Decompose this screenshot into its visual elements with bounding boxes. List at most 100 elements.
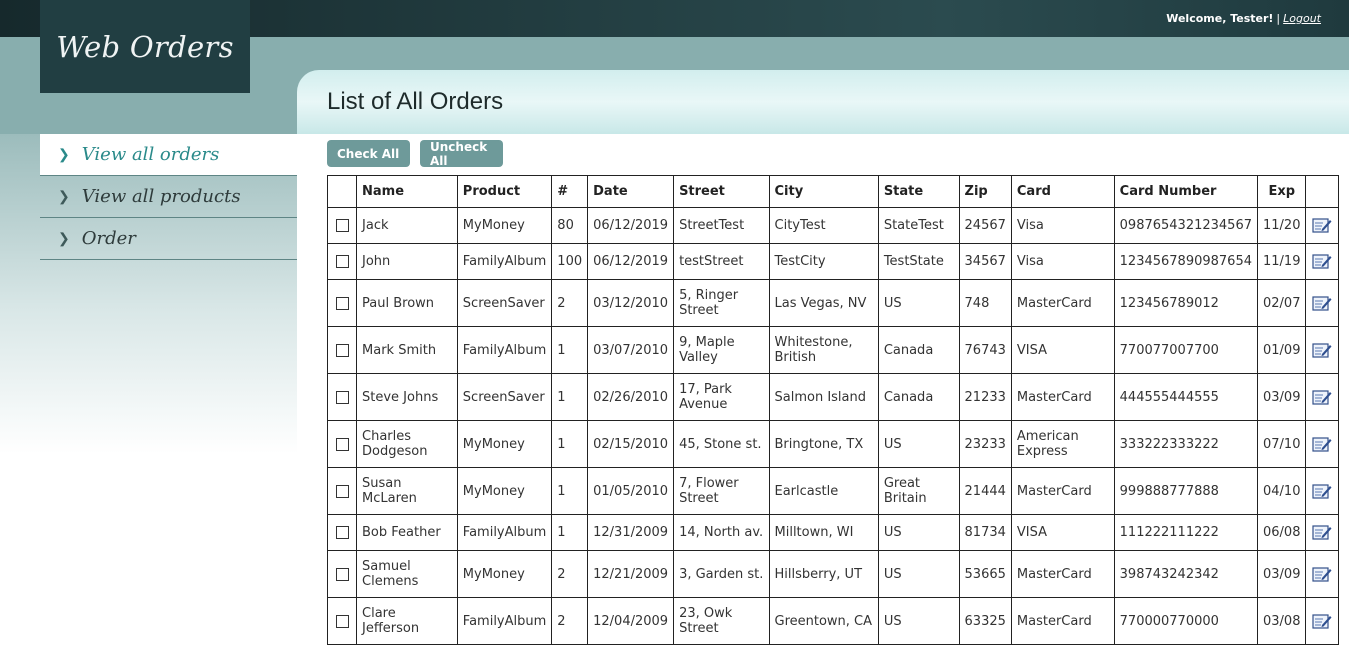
- table-cell: Bringtone, TX: [768, 420, 879, 468]
- edit-icon[interactable]: [1312, 342, 1332, 359]
- row-edit-cell: [1305, 467, 1339, 515]
- table-cell: 1: [551, 373, 589, 421]
- row-checkbox[interactable]: [335, 390, 349, 404]
- table-cell: 748: [958, 279, 1012, 327]
- edit-icon[interactable]: [1312, 483, 1332, 500]
- column-header: Card Number: [1113, 175, 1259, 208]
- table-cell: US: [877, 420, 960, 468]
- row-checkbox[interactable]: [335, 437, 349, 451]
- table-cell: 1: [551, 514, 589, 551]
- table-cell: 5, Ringer Street: [673, 279, 770, 327]
- table-cell: 2: [551, 279, 589, 327]
- row-checkbox[interactable]: [335, 296, 349, 310]
- edit-icon[interactable]: [1312, 217, 1332, 234]
- table-cell: testStreet: [673, 243, 770, 280]
- table-cell: 11/20: [1256, 207, 1307, 244]
- table-cell: 1: [551, 420, 589, 468]
- table-cell: 02/26/2010: [587, 373, 675, 421]
- row-checkbox[interactable]: [335, 484, 349, 498]
- welcome-text: Welcome, Tester!: [1166, 12, 1274, 25]
- edit-icon[interactable]: [1312, 436, 1332, 453]
- row-checkbox[interactable]: [335, 343, 349, 357]
- sidebar-item-order[interactable]: ❯ Order: [40, 218, 297, 260]
- table-cell: 398743242342: [1113, 550, 1259, 598]
- table-cell: US: [877, 550, 960, 598]
- table-cell: Whitestone, British: [768, 326, 879, 374]
- table-row: Paul Brown ScreenSaver 2 03/12/2010 5, Ringe…: [326, 279, 1339, 327]
- table-cell: American Express: [1010, 420, 1115, 468]
- column-header: Exp: [1256, 175, 1307, 208]
- table-cell: Milltown, WI: [768, 514, 879, 551]
- logout-link[interactable]: Logout: [1283, 12, 1321, 25]
- table-cell: 7, Flower Street: [673, 467, 770, 515]
- table-cell: Samuel Clemens: [356, 550, 458, 598]
- column-header: Card: [1010, 175, 1115, 208]
- edit-icon[interactable]: [1312, 566, 1332, 583]
- uncheck-all-button[interactable]: Uncheck All: [420, 140, 503, 168]
- table-cell: Charles Dodgeson: [356, 420, 458, 468]
- table-cell: MyMoney: [456, 550, 553, 598]
- table-cell: StateTest: [877, 207, 960, 244]
- edit-icon[interactable]: [1312, 524, 1332, 541]
- table-cell: VISA: [1010, 514, 1115, 551]
- table-cell: Visa: [1010, 243, 1115, 280]
- table-cell: 444555444555: [1113, 373, 1259, 421]
- edit-icon[interactable]: [1312, 295, 1332, 312]
- row-checkbox[interactable]: [335, 219, 349, 232]
- table-cell: 1: [551, 467, 589, 515]
- edit-icon[interactable]: [1312, 253, 1332, 270]
- table-cell: 770000770000: [1113, 597, 1259, 645]
- column-header: State: [877, 175, 960, 208]
- table-cell: 07/10: [1256, 420, 1307, 468]
- welcome-area: Welcome, Tester! | Logout: [1166, 12, 1321, 25]
- row-checkbox[interactable]: [335, 255, 349, 268]
- row-select-cell: [326, 207, 358, 244]
- table-cell: 21444: [958, 467, 1012, 515]
- table-cell: 12/31/2009: [587, 514, 675, 551]
- table-cell: Canada: [877, 373, 960, 421]
- table-cell: FamilyAlbum: [456, 597, 553, 645]
- table-cell: Las Vegas, NV: [768, 279, 879, 327]
- row-checkbox[interactable]: [335, 567, 349, 581]
- table-cell: Hillsberry, UT: [768, 550, 879, 598]
- row-checkbox[interactable]: [335, 526, 349, 539]
- page-title: List of All Orders: [327, 88, 504, 115]
- table-cell: 333222333222: [1113, 420, 1259, 468]
- row-select-cell: [326, 420, 358, 468]
- row-select-cell: [326, 243, 358, 280]
- table-cell: 999888777888: [1113, 467, 1259, 515]
- row-select-cell: [326, 279, 358, 327]
- sidebar-item-view-all-products[interactable]: ❯ View all products: [40, 176, 297, 218]
- chevron-right-icon: ❯: [58, 146, 70, 163]
- table-cell: 1: [551, 326, 589, 374]
- check-all-button[interactable]: Check All: [327, 140, 410, 167]
- table-cell: 111222111222: [1113, 514, 1259, 551]
- sidebar-item-view-all-orders[interactable]: ❯ View all orders: [40, 134, 297, 176]
- row-edit-cell: [1305, 326, 1339, 374]
- table-row: Bob Feather FamilyAlbum 1 12/31/2009 14, Nor…: [326, 514, 1339, 551]
- table-cell: 100: [551, 243, 589, 280]
- table-cell: 23, Owk Street: [673, 597, 770, 645]
- table-cell: MasterCard: [1010, 373, 1115, 421]
- table-cell: 14, North av.: [673, 514, 770, 551]
- edit-icon[interactable]: [1312, 613, 1332, 630]
- edit-icon[interactable]: [1312, 389, 1332, 406]
- column-header: Name: [356, 175, 458, 208]
- table-cell: MasterCard: [1010, 279, 1115, 327]
- table-cell: John: [356, 243, 458, 280]
- table-row: Charles Dodgeson MyMoney 1 02/15/2010 45, St…: [326, 420, 1339, 468]
- table-cell: 03/07/2010: [587, 326, 675, 374]
- table-cell: FamilyAlbum: [456, 514, 553, 551]
- table-row: Susan McLaren MyMoney 1 01/05/2010 7, Flower…: [326, 467, 1339, 515]
- sidebar-nav: ❯ View all orders ❯ View all products ❯ …: [40, 134, 297, 260]
- table-cell: FamilyAlbum: [456, 243, 553, 280]
- header-separator: |: [1276, 12, 1281, 25]
- row-select-cell: [326, 326, 358, 374]
- table-cell: 76743: [958, 326, 1012, 374]
- table-cell: Susan McLaren: [356, 467, 458, 515]
- table-header-row: Name Product # Date Street City State Zi…: [326, 175, 1339, 208]
- row-checkbox[interactable]: [335, 614, 349, 628]
- table-row: Steve Johns ScreenSaver 1 02/26/2010 17, Par…: [326, 373, 1339, 421]
- row-select-cell: [326, 597, 358, 645]
- table-cell: US: [877, 597, 960, 645]
